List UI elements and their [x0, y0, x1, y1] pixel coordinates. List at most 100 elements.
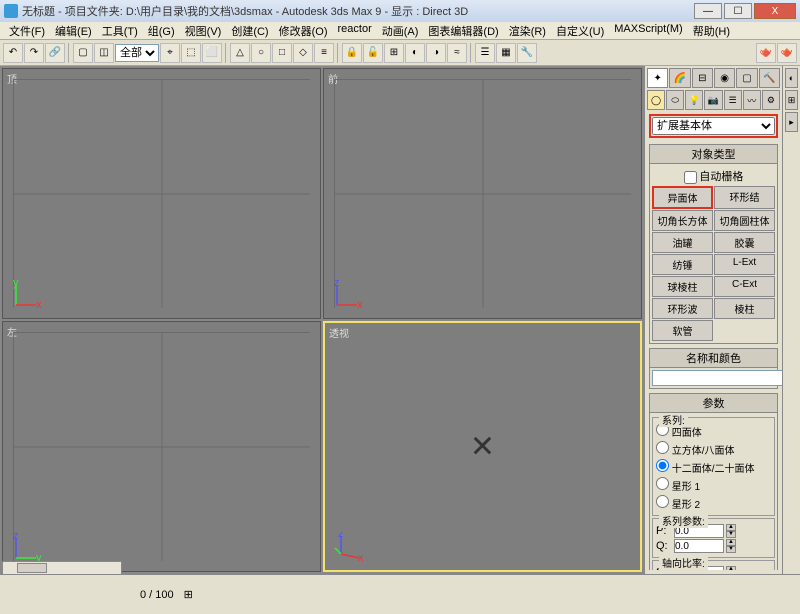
family-radio-4[interactable]: [656, 495, 669, 508]
menu-maxscript[interactable]: MAXScript(M): [609, 22, 687, 39]
lights-subtab[interactable]: 💡: [685, 90, 703, 110]
obj-btn-1[interactable]: 环形结: [714, 186, 775, 209]
menu-modifiers[interactable]: 修改器(O): [274, 22, 333, 39]
family-radio-1[interactable]: [656, 441, 669, 454]
quick-render-button[interactable]: 🫖: [777, 43, 797, 63]
main-toolbar: ↶ ↷ 🔗 ▢ ◫ 全部 ⌖ ⬚ ⬜ △ ○ □ ◇ ≡ 🔒 🔓 ⊞ ◐ ◑ ≈…: [0, 40, 800, 66]
name-color-rollout[interactable]: 名称和颜色: [649, 348, 778, 368]
sidebar-btn-2[interactable]: ⊞: [785, 90, 798, 110]
schematic-button[interactable]: 🔧: [517, 43, 537, 63]
named-sel-button[interactable]: ≡: [314, 43, 334, 63]
modify-tab[interactable]: 🌈: [669, 68, 690, 88]
minimize-button[interactable]: —: [694, 3, 722, 19]
axis-gizmo-icon: xz: [333, 532, 363, 562]
rect-select-button[interactable]: ⬚: [181, 43, 201, 63]
menu-graph[interactable]: 图表编辑器(D): [423, 22, 503, 39]
helpers-subtab[interactable]: ☰: [724, 90, 742, 110]
maximize-button[interactable]: ☐: [724, 3, 752, 19]
select-button[interactable]: ▢: [73, 43, 93, 63]
menu-help[interactable]: 帮助(H): [688, 22, 735, 39]
scale-button[interactable]: □: [272, 43, 292, 63]
autogrid-checkbox[interactable]: [684, 171, 697, 184]
select-region-button[interactable]: ◫: [94, 43, 114, 63]
motion-tab[interactable]: ◉: [714, 68, 735, 88]
grid-icon: [13, 332, 310, 561]
unlock-button[interactable]: 🔓: [363, 43, 383, 63]
shapes-subtab[interactable]: ⬭: [666, 90, 684, 110]
viewport-left[interactable]: 左 yz: [2, 321, 321, 572]
display-tab[interactable]: ▢: [736, 68, 757, 88]
menu-rendering[interactable]: 渲染(R): [504, 22, 551, 39]
object-type-rollout[interactable]: 对象类型: [649, 144, 778, 164]
viewport-top[interactable]: 顶 xy: [2, 68, 321, 319]
create-tab[interactable]: ✦: [647, 68, 668, 88]
layer-button[interactable]: ☰: [475, 43, 495, 63]
parameters-rollout[interactable]: 参数: [649, 393, 778, 413]
systems-subtab[interactable]: ⚙: [762, 90, 780, 110]
time-slider[interactable]: [2, 561, 122, 575]
menu-tools[interactable]: 工具(T): [97, 22, 143, 39]
link-button[interactable]: 🔗: [45, 43, 65, 63]
right-sidebar: ◐ ⊞ ▸: [782, 66, 800, 574]
status-bar: 0 / 100 ⊞: [0, 574, 800, 614]
space-warps-subtab[interactable]: 〰: [743, 90, 761, 110]
menu-create[interactable]: 创建(C): [226, 22, 273, 39]
cameras-subtab[interactable]: 📷: [704, 90, 722, 110]
obj-btn-3[interactable]: 切角圆柱体: [714, 210, 775, 231]
obj-btn-11[interactable]: 棱柱: [714, 298, 775, 319]
percent-snap-button[interactable]: ◑: [426, 43, 446, 63]
command-panel: ✦ 🌈 ⊟ ◉ ▢ 🔨 ◯ ⬭ 💡 📷 ☰ 〰 ⚙ 扩展基本体 对象类型 自动栅…: [644, 66, 782, 574]
menu-animation[interactable]: 动画(A): [377, 22, 424, 39]
select-object-button[interactable]: ⌖: [160, 43, 180, 63]
obj-btn-10[interactable]: 环形波: [652, 298, 713, 319]
menu-file[interactable]: 文件(F): [4, 22, 50, 39]
category-combo[interactable]: 扩展基本体: [652, 117, 775, 135]
angle-snap-button[interactable]: ◐: [405, 43, 425, 63]
obj-btn-7[interactable]: L-Ext: [714, 254, 775, 275]
obj-btn-0[interactable]: 异面体: [652, 186, 713, 209]
obj-btn-9[interactable]: C-Ext: [714, 276, 775, 297]
obj-btn-5[interactable]: 胶囊: [714, 232, 775, 253]
family-radio-3[interactable]: [656, 477, 669, 490]
family-radio-2[interactable]: [656, 459, 669, 472]
geometry-subtab[interactable]: ◯: [647, 90, 665, 110]
menu-edit[interactable]: 编辑(E): [50, 22, 97, 39]
menu-group[interactable]: 组(G): [143, 22, 180, 39]
spinner-snap-button[interactable]: ≈: [447, 43, 467, 63]
window-title: 无标题 - 项目文件夹: D:\用户目录\我的文档\3dsmax - Autod…: [22, 3, 694, 19]
ref-coord-button[interactable]: ◇: [293, 43, 313, 63]
window-crossing-button[interactable]: ⬜: [202, 43, 222, 63]
viewport-perspective[interactable]: 透视 ✕ xz: [323, 321, 642, 572]
close-button[interactable]: X: [754, 3, 796, 19]
sidebar-btn-3[interactable]: ▸: [785, 112, 798, 132]
q-spinner[interactable]: [674, 539, 724, 553]
curve-editor-button[interactable]: ▦: [496, 43, 516, 63]
rotate-button[interactable]: ○: [251, 43, 271, 63]
obj-btn-8[interactable]: 球棱柱: [652, 276, 713, 297]
lock-button[interactable]: 🔒: [342, 43, 362, 63]
viewport-front[interactable]: 前 xz: [323, 68, 642, 319]
grid-icon: [334, 79, 631, 308]
sidebar-btn-1[interactable]: ◐: [785, 68, 798, 88]
move-button[interactable]: △: [230, 43, 250, 63]
grid-toggle[interactable]: ⊞: [184, 588, 193, 601]
obj-btn-2[interactable]: 切角长方体: [652, 210, 713, 231]
snap-button[interactable]: ⊞: [384, 43, 404, 63]
obj-btn-4[interactable]: 油罐: [652, 232, 713, 253]
undo-button[interactable]: ↶: [3, 43, 23, 63]
menu-reactor[interactable]: reactor: [333, 22, 377, 39]
svg-text:z: z: [13, 533, 19, 542]
obj-btn-12[interactable]: 软管: [652, 320, 713, 341]
menu-views[interactable]: 视图(V): [180, 22, 227, 39]
object-name-input[interactable]: [652, 370, 782, 386]
hierarchy-tab[interactable]: ⊟: [692, 68, 713, 88]
utilities-tab[interactable]: 🔨: [759, 68, 780, 88]
obj-btn-6[interactable]: 纺锤: [652, 254, 713, 275]
svg-text:y: y: [13, 280, 19, 289]
redo-button[interactable]: ↷: [24, 43, 44, 63]
title-bar: 无标题 - 项目文件夹: D:\用户目录\我的文档\3dsmax - Autod…: [0, 0, 800, 22]
menu-customize[interactable]: 自定义(U): [551, 22, 609, 39]
render-button[interactable]: 🫖: [756, 43, 776, 63]
svg-text:x: x: [358, 552, 363, 562]
selection-filter[interactable]: 全部: [115, 44, 159, 62]
